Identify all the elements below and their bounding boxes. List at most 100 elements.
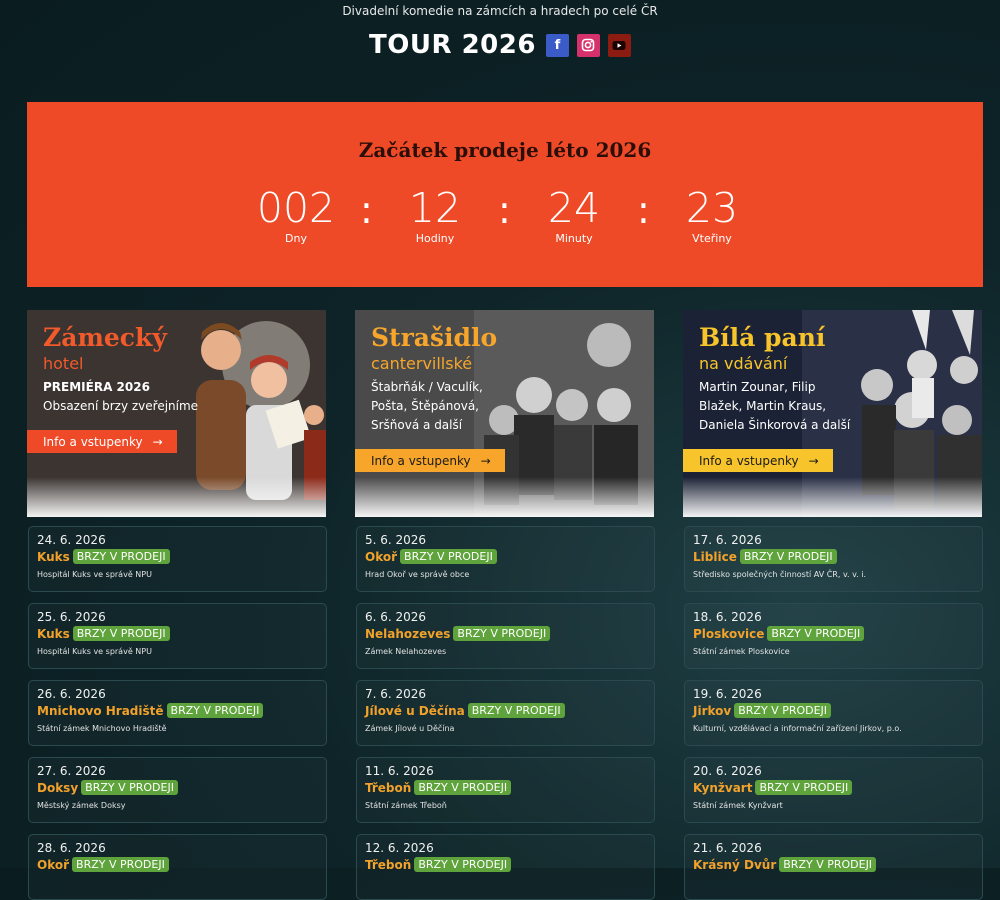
show-cast-line: Blažek, Martin Kraus, [699,399,827,413]
countdown-separator: : [498,188,511,232]
arrow-right-icon: → [152,434,163,449]
event-date: 26. 6. 2026 [37,687,106,701]
event-place: Nelahozeves [365,626,451,641]
event-card[interactable]: 24. 6. 2026 Kuks BRZY V PRODEJI Hospitál … [28,526,327,592]
show-cast: Obsazení brzy zveřejníme [43,399,199,413]
show-card-strasidlo[interactable]: Strašidlo cantervillské Štabrňák / Vacul… [355,310,654,517]
event-card[interactable]: 7. 6. 2026 Jílové u Děčína BRZY V PRODEJI… [356,680,655,746]
fog-overlay [683,477,982,517]
event-date: 6. 6. 2026 [365,610,427,624]
countdown-separator: : [637,188,650,232]
event-place: Doksy [37,780,79,795]
countdown-label: Dny [285,232,307,245]
event-venue: Státní zámek Ploskovice [693,647,790,656]
event-card[interactable]: 12. 6. 2026 Třeboň BRZY V PRODEJI [356,834,655,900]
facebook-icon[interactable]: f [545,33,569,57]
countdown-banner: Začátek prodeje léto 2026 002 Dny : 12 H… [27,102,983,287]
show-cast-line: Martin Zounar, Filip [699,380,816,394]
show-cast-line: Daniela Šinkorová a další [699,418,851,432]
event-venue: Středisko společných činností AV ČR, v. … [693,570,867,579]
youtube-icon[interactable] [607,33,631,57]
button-label: Info a vstupenky [699,453,799,468]
fog-overlay [27,477,326,517]
event-place: Jílové u Děčína [365,703,465,718]
show-cast-line: Štabrňák / Vaculík, [371,380,483,394]
show-title: Strašidlo [371,323,498,352]
status-badge: BRZY V PRODEJI [739,549,837,564]
status-badge: BRZY V PRODEJI [414,780,512,795]
site-subtitle: Divadelní komedie na zámcích a hradech p… [342,4,658,18]
show-title: Bílá paní [699,323,826,352]
event-date: 24. 6. 2026 [37,533,106,547]
event-date: 25. 6. 2026 [37,610,106,624]
event-venue: Hrad Okoř ve správě obce [365,570,470,579]
status-badge: BRZY V PRODEJI [166,703,264,718]
countdown-hours: 12 Hodiny [380,186,490,245]
event-card[interactable]: 19. 6. 2026 Jirkov BRZY V PRODEJI Kulturn… [684,680,983,746]
event-date: 7. 6. 2026 [365,687,427,701]
status-badge: BRZY V PRODEJI [400,549,497,564]
show-card-zamecky-hotel[interactable]: Zámecký hotel PREMIÉRA 2026 Obsazení brz… [27,310,326,517]
event-card[interactable]: 6. 6. 2026 Nelahozeves BRZY V PRODEJI Zám… [356,603,655,669]
event-place: Liblice [693,549,737,564]
event-venue: Státní zámek Třeboň [365,801,447,810]
status-badge: BRZY V PRODEJI [72,549,170,564]
show-subtitle: na vdávání [699,354,788,373]
event-venue: Zámek Jílové u Děčína [365,724,455,733]
event-date: 11. 6. 2026 [365,764,434,778]
event-venue: Státní zámek Kynžvart [693,801,783,810]
countdown-title: Začátek prodeje léto 2026 [358,138,652,162]
countdown-label: Vteřiny [692,232,732,245]
event-place: Kuks [37,549,70,564]
event-place: Okoř [37,857,70,872]
info-tickets-button[interactable]: Info a vstupenky → [355,449,505,472]
event-card[interactable]: 18. 6. 2026 Ploskovice BRZY V PRODEJI Stá… [684,603,983,669]
status-badge: BRZY V PRODEJI [414,857,512,872]
countdown-value: 12 [408,184,462,232]
event-venue: Hospitál Kuks ve správě NPU [37,647,152,656]
event-place: Jirkov [693,703,732,718]
event-place: Kynžvart [693,780,753,795]
event-place: Mnichovo Hradiště [37,703,164,718]
event-card[interactable]: 20. 6. 2026 Kynžvart BRZY V PRODEJI Státn… [684,757,983,823]
info-tickets-button[interactable]: Info a vstupenky → [683,449,833,472]
status-badge: BRZY V PRODEJI [734,703,832,718]
show-subtitle: hotel [43,354,84,373]
arrow-right-icon: → [480,453,491,468]
event-date: 5. 6. 2026 [365,533,427,547]
event-card[interactable]: 11. 6. 2026 Třeboň BRZY V PRODEJI Státní … [356,757,655,823]
fog-overlay [355,477,654,517]
event-card[interactable]: 27. 6. 2026 Doksy BRZY V PRODEJI Městský … [28,757,327,823]
event-date: 18. 6. 2026 [693,610,762,624]
event-date: 27. 6. 2026 [37,764,106,778]
event-venue: Zámek Nelahozeves [365,647,447,656]
status-badge: BRZY V PRODEJI [467,703,565,718]
event-venue: Kulturní, vzdělávací a informační zaříze… [693,724,902,733]
status-badge: BRZY V PRODEJI [767,626,865,641]
event-place: Třeboň [365,857,412,872]
event-date: 20. 6. 2026 [693,764,762,778]
show-premiere: PREMIÉRA 2026 [43,380,150,394]
event-place: Třeboň [365,780,412,795]
event-venue: Městský zámek Doksy [37,801,126,810]
countdown-separator: : [360,188,373,232]
header: TOUR 2026 f [0,30,1000,60]
show-subtitle: cantervillské [371,354,473,373]
event-card[interactable]: 25. 6. 2026 Kuks BRZY V PRODEJI Hospitál … [28,603,327,669]
event-date: 12. 6. 2026 [365,841,434,855]
show-card-bila-pani[interactable]: Bílá paní na vdávání Martin Zounar, Fili… [683,310,982,517]
event-card[interactable]: 5. 6. 2026 Okoř BRZY V PRODEJI Hrad Okoř … [356,526,655,592]
countdown-label: Minuty [555,232,593,245]
instagram-icon[interactable] [576,33,600,57]
event-card[interactable]: 28. 6. 2026 Okoř BRZY V PRODEJI [28,834,327,900]
show-cast-line: Pošta, Štěpánová, [371,399,479,413]
countdown-value: 24 [547,184,601,232]
event-card[interactable]: 26. 6. 2026 Mnichovo Hradiště BRZY V PROD… [28,680,327,746]
event-card[interactable]: 21. 6. 2026 Krásný Dvůr BRZY V PRODEJI [684,834,983,900]
info-tickets-button[interactable]: Info a vstupenky → [27,430,177,453]
show-title: Zámecký [43,323,167,352]
event-card[interactable]: 17. 6. 2026 Liblice BRZY V PRODEJI Středi… [684,526,983,592]
event-date: 28. 6. 2026 [37,841,106,855]
status-badge: BRZY V PRODEJI [72,626,170,641]
page-title: TOUR 2026 [369,30,536,60]
